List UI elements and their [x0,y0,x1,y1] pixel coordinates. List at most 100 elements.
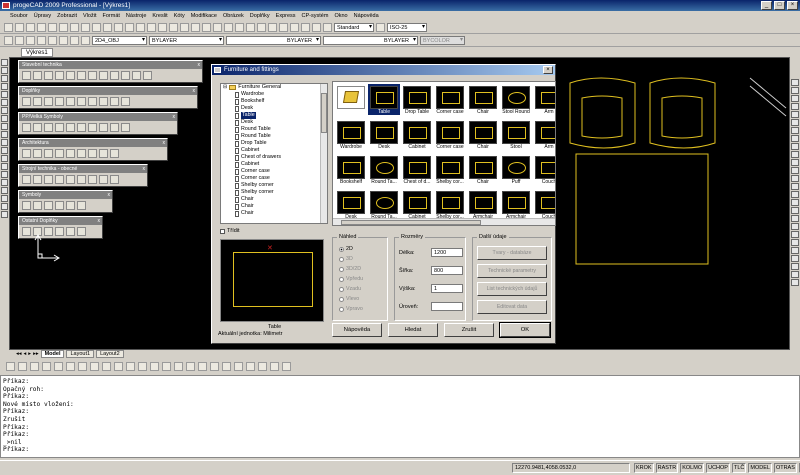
modify-tool-icon[interactable] [791,127,799,134]
app-icon[interactable] [2,2,10,9]
modify-tool-icon[interactable] [791,111,799,118]
tool-button[interactable] [33,71,42,80]
draw-tool-icon[interactable] [1,99,8,106]
gallery-item[interactable]: Chest of d... [401,154,433,186]
tool-button[interactable] [66,201,75,210]
tool-button[interactable] [88,123,97,132]
layer-icon[interactable] [48,35,57,45]
gallery-item[interactable]: Drop Table [401,84,433,116]
gallery-item[interactable]: Desk [335,189,367,221]
sort-checkbox[interactable]: Třídit [220,228,240,234]
dialog-close-button[interactable]: × [543,66,553,74]
modify-tool-icon[interactable] [791,103,799,110]
gallery-item[interactable]: Chair [467,119,499,151]
modify-tool-icon[interactable] [791,231,799,238]
floating-toolbar[interactable]: Symboly [18,190,113,213]
modify-tool-icon[interactable] [791,215,799,222]
gallery-item[interactable]: Couch [533,154,555,186]
tool-button[interactable] [77,97,86,106]
floating-toolbar[interactable]: Doplňky [18,86,198,109]
snap-tool-icon[interactable] [138,361,147,371]
draw-tool-icon[interactable] [1,139,8,146]
tree-item[interactable]: Cabinet [221,147,327,154]
text-style-combo[interactable]: Standard [334,22,374,32]
tool-button[interactable] [143,71,152,80]
snap-tool-icon[interactable] [162,361,171,371]
tree-item[interactable]: Desk [221,119,327,126]
tool-button[interactable] [44,149,53,158]
layer-icon[interactable] [59,35,68,45]
tree-item[interactable]: Chair [221,203,327,210]
view-option-radio[interactable]: 2D [339,246,353,252]
tool-button[interactable] [55,71,64,80]
tree-item[interactable]: Chest of drawers [221,154,327,161]
toolbar-icon[interactable] [202,22,211,32]
snap-tool-icon[interactable] [258,361,267,371]
floating-toolbar[interactable]: Stavební technika [18,60,203,83]
floating-toolbar[interactable]: Strojní technika - obecné [18,164,148,187]
status-mode-toggle[interactable]: KOLMO [680,463,705,473]
modify-tool-icon[interactable] [791,135,799,142]
tree-item[interactable]: Chair [221,210,327,217]
gallery-item[interactable]: Stool [500,119,532,151]
floating-toolbar-title[interactable]: Architektura [19,139,167,147]
tool-button[interactable] [66,123,75,132]
gallery-item[interactable]: Armchair [500,189,532,221]
ok-button[interactable]: OK [499,322,551,338]
modify-tool-icon[interactable] [791,159,799,166]
menu-item[interactable]: Okno [334,13,347,19]
toolbar-icon[interactable] [213,22,222,32]
snap-tool-icon[interactable] [6,361,15,371]
layer-icon[interactable] [26,35,35,45]
gallery-item[interactable]: Bookshelf [335,154,367,186]
tool-button[interactable] [22,149,31,158]
layout-tab[interactable]: Model [40,350,65,358]
draw-tool-icon[interactable] [1,171,8,178]
toolbar-icon[interactable] [301,22,310,32]
snap-tool-icon[interactable] [198,361,207,371]
draw-tool-icon[interactable] [1,83,8,90]
tree-root[interactable]: ⊟ Furniture General [221,84,327,91]
gallery-item[interactable]: Stool Round [500,84,532,116]
snap-tool-icon[interactable] [42,361,51,371]
tree-item[interactable]: Bookshelf [221,98,327,105]
modify-tool-icon[interactable] [791,263,799,270]
linetype-combo[interactable]: BYLAYER [226,35,321,45]
gallery-item[interactable]: Cabinet [401,189,433,221]
tool-button[interactable] [99,123,108,132]
modify-tool-icon[interactable] [791,247,799,254]
modify-tool-icon[interactable] [791,183,799,190]
floating-toolbar-title[interactable]: Symboly [19,191,112,199]
tool-button[interactable] [66,175,75,184]
level-input[interactable] [431,302,463,311]
menu-item[interactable]: Obrázek [223,13,244,19]
modify-tool-icon[interactable] [791,271,799,278]
tool-button[interactable] [44,123,53,132]
menu-item[interactable]: Úpravy [34,13,51,19]
toolbar-icon[interactable] [323,22,332,32]
toolbar-icon[interactable] [235,22,244,32]
tree-item[interactable]: Shelby corner [221,189,327,196]
gallery-item[interactable]: Chair [467,84,499,116]
tree-item[interactable]: Desk [221,105,327,112]
tool-button[interactable] [121,71,130,80]
extra-data-button[interactable]: Technické parametry [477,264,547,278]
toolbar-icon[interactable] [246,22,255,32]
category-tree[interactable]: ⊟ Furniture General Wardrobe Bookshelf Des… [220,83,328,224]
layout-tab[interactable]: Layout1 [66,350,95,358]
view-option-radio[interactable]: Vpravo [339,306,363,312]
tool-button[interactable] [77,123,86,132]
floating-toolbar[interactable]: Architektura [18,138,168,161]
lineweight-combo[interactable]: BYLAYER [323,35,418,45]
tool-button[interactable] [121,97,130,106]
tool-button[interactable] [33,149,42,158]
modify-tool-icon[interactable] [791,207,799,214]
tool-button[interactable] [33,201,42,210]
status-mode-toggle[interactable]: TLČ [731,463,747,473]
draw-tool-icon[interactable] [1,179,8,186]
layer-icon[interactable] [81,35,90,45]
tool-button[interactable] [77,71,86,80]
minimize-button[interactable]: _ [761,1,772,10]
toolbar-icon[interactable] [92,22,101,32]
gallery-item[interactable]: Desk [368,119,400,151]
